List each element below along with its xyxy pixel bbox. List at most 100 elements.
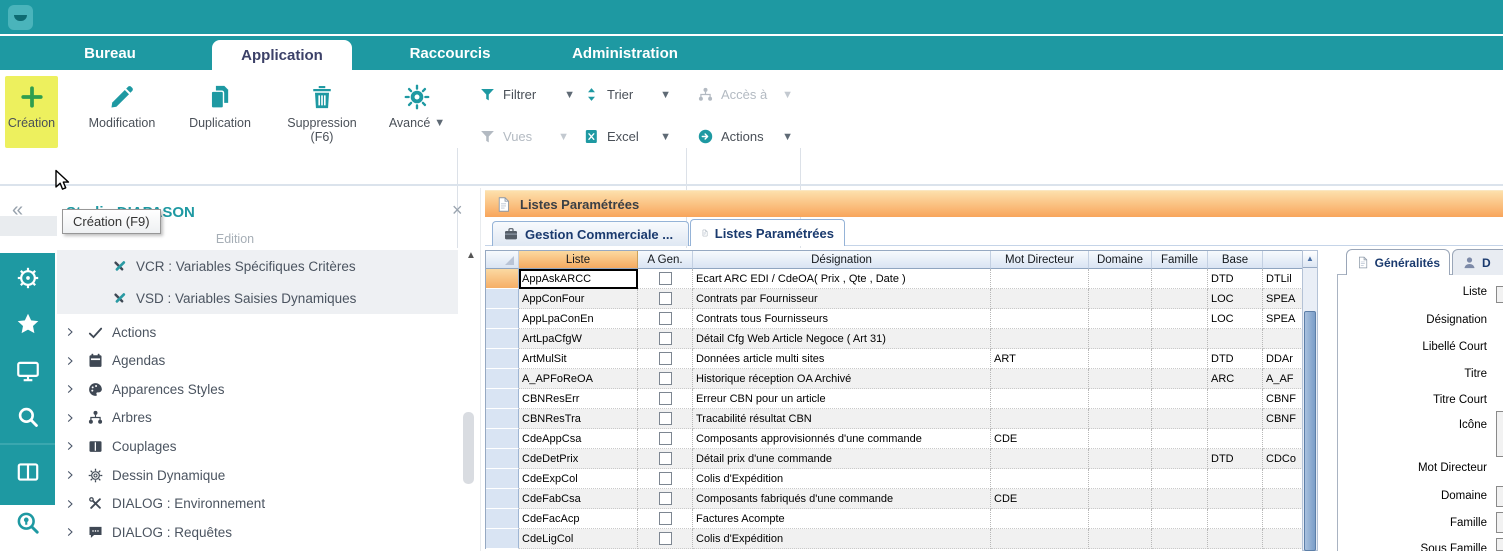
a-gen-checkbox[interactable] (659, 292, 672, 305)
cell[interactable]: DDAr (1263, 349, 1303, 369)
cell[interactable] (991, 329, 1089, 349)
cell[interactable]: DTD (1208, 349, 1263, 369)
cell[interactable] (991, 449, 1089, 469)
ribbon-item-actions[interactable]: Actions ▼ (697, 128, 793, 145)
cell[interactable] (1089, 489, 1152, 509)
ribbon-item-excel[interactable]: Excel ▼ (583, 128, 671, 145)
tree-item[interactable]: VCR : Variables Spécifiques Critères (57, 250, 458, 282)
dropdown-caret-icon[interactable]: ▼ (660, 89, 671, 101)
document-tab[interactable]: Listes Paramétrées (690, 219, 845, 246)
cell[interactable] (1263, 429, 1303, 449)
cell[interactable] (1089, 309, 1152, 329)
a-gen-checkbox[interactable] (659, 432, 672, 445)
cell[interactable]: ArtLpaCfgW (519, 329, 638, 349)
cell[interactable] (1152, 309, 1208, 329)
chevron-right-icon[interactable] (57, 526, 83, 538)
cell[interactable]: LOC (1208, 289, 1263, 309)
cell[interactable]: AppConFour (519, 289, 638, 309)
cell[interactable] (1089, 269, 1152, 289)
ribbon-tab-application[interactable]: Application (212, 40, 352, 70)
field-input[interactable] (1496, 486, 1503, 507)
cell[interactable] (1152, 349, 1208, 369)
cell[interactable] (1208, 329, 1263, 349)
field-input[interactable] (1496, 512, 1503, 533)
cell[interactable]: DTD (1208, 449, 1263, 469)
cell[interactable] (1152, 449, 1208, 469)
column-header-a-gen-[interactable]: A Gen. (638, 251, 693, 269)
row-header[interactable] (486, 349, 519, 369)
cell[interactable]: CdeDetPrix (519, 449, 638, 469)
cell[interactable]: Colis d'Expédition (693, 469, 991, 489)
cell[interactable] (991, 389, 1089, 409)
cell[interactable]: DTD (1208, 269, 1263, 289)
cell[interactable]: SPEA (1263, 289, 1303, 309)
row-header[interactable] (486, 509, 519, 529)
cell[interactable]: CdeExpCol (519, 469, 638, 489)
cell[interactable] (1208, 389, 1263, 409)
row-header[interactable] (486, 469, 519, 489)
a-gen-checkbox[interactable] (659, 312, 672, 325)
tree-item[interactable]: Apparences Styles (57, 375, 458, 403)
grid-corner-cell[interactable] (486, 251, 519, 269)
cell[interactable] (1152, 329, 1208, 349)
cell[interactable]: Ecart ARC EDI / CdeOA( Prix , Qte , Date… (693, 269, 991, 289)
cell[interactable] (1208, 469, 1263, 489)
column-header-désignation[interactable]: Désignation (693, 251, 991, 269)
a-gen-checkbox[interactable] (659, 412, 672, 425)
ribbon-button-création[interactable]: Création (5, 76, 58, 148)
cell[interactable] (1152, 429, 1208, 449)
grid-scrollbar-thumb[interactable] (1304, 311, 1316, 551)
a-gen-checkbox[interactable] (659, 372, 672, 385)
a-gen-checkbox[interactable] (659, 472, 672, 485)
row-header[interactable] (486, 489, 519, 509)
cell[interactable]: CDCo (1263, 449, 1303, 469)
cell[interactable] (1152, 289, 1208, 309)
cell[interactable]: Composants approvisionnés d'une commande (693, 429, 991, 449)
row-header[interactable] (486, 449, 519, 469)
cell[interactable] (1089, 429, 1152, 449)
cell[interactable] (1152, 509, 1208, 529)
cell[interactable]: CBNF (1263, 389, 1303, 409)
ribbon-tab-administration[interactable]: Administration (560, 36, 690, 70)
a-gen-checkbox[interactable] (659, 492, 672, 505)
chevron-right-icon[interactable] (57, 412, 83, 424)
cell[interactable]: CdeLigCol (519, 529, 638, 549)
cell[interactable] (1152, 269, 1208, 289)
column-header-liste[interactable]: Liste (519, 251, 638, 269)
cell[interactable]: Colis d'Expédition (693, 529, 991, 549)
cell[interactable] (1152, 469, 1208, 489)
cell[interactable] (1089, 409, 1152, 429)
cell[interactable] (1208, 429, 1263, 449)
cell[interactable]: CBNResTra (519, 409, 638, 429)
cell[interactable] (1152, 369, 1208, 389)
a-gen-checkbox[interactable] (659, 392, 672, 405)
cell[interactable] (1089, 529, 1152, 549)
a-gen-checkbox[interactable] (659, 532, 672, 545)
cell[interactable] (1152, 389, 1208, 409)
cell[interactable]: Contrats tous Fournisseurs (693, 309, 991, 329)
grid-scroll-up-button[interactable]: ▲ (1303, 251, 1317, 268)
cell[interactable]: Factures Acompte (693, 509, 991, 529)
tree-item[interactable]: Dessin Dynamique (57, 461, 458, 489)
cell[interactable] (1089, 509, 1152, 529)
field-input[interactable] (1496, 286, 1503, 303)
cell[interactable] (1152, 489, 1208, 509)
cell[interactable]: ART (991, 349, 1089, 369)
ribbon-button-duplication[interactable]: Duplication (176, 76, 264, 148)
cell[interactable] (1089, 349, 1152, 369)
tree-item[interactable]: Agendas (57, 347, 458, 375)
column-header-extra[interactable] (1263, 251, 1303, 269)
tree-scrollbar-thumb[interactable] (463, 412, 474, 484)
cell[interactable]: CDE (991, 429, 1089, 449)
rail-wheel-button[interactable] (12, 262, 43, 293)
cell[interactable] (991, 529, 1089, 549)
chevron-right-icon[interactable] (57, 383, 83, 395)
cell[interactable] (1089, 469, 1152, 489)
cell[interactable]: CBNF (1263, 409, 1303, 429)
cell[interactable]: CdeAppCsa (519, 429, 638, 449)
app-logo-button[interactable] (8, 5, 33, 30)
cell[interactable]: Historique réception OA Archivé (693, 369, 991, 389)
tree-item[interactable]: VSD : Variables Saisies Dynamiques (57, 282, 458, 314)
cell[interactable]: AppLpaConEn (519, 309, 638, 329)
chevron-right-icon[interactable] (57, 355, 83, 367)
